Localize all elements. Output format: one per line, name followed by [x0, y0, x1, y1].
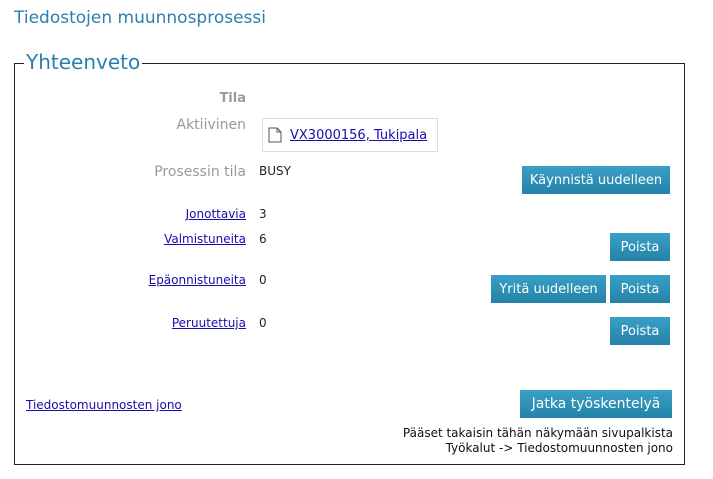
- page-title: Tiedostojen muunnosprosessi: [14, 8, 266, 28]
- return-note-line2: Työkalut -> Tiedostomuunnosten jono: [445, 441, 673, 455]
- document-icon: [268, 127, 282, 143]
- cancelled-link[interactable]: Peruutettuja: [172, 316, 246, 330]
- completed-link[interactable]: Valmistuneita: [164, 232, 246, 246]
- status-header: Tila: [219, 91, 246, 106]
- process-state-label: Prosessin tila: [154, 164, 246, 180]
- summary-legend: Yhteenveto: [24, 50, 143, 74]
- active-item-link[interactable]: VX3000156, Tukipala: [290, 128, 427, 143]
- restart-button[interactable]: Käynnistä uudelleen: [522, 166, 670, 194]
- continue-working-button[interactable]: Jatka työskentelyä: [520, 390, 672, 418]
- delete-cancelled-button[interactable]: Poista: [610, 317, 670, 345]
- conversion-queue-link[interactable]: Tiedostomuunnosten jono: [26, 398, 182, 412]
- return-note-line1: Pääset takaisin tähän näkymään sivupalki…: [402, 426, 673, 440]
- completed-count: 6: [259, 232, 267, 246]
- queued-count: 3: [259, 207, 267, 221]
- delete-completed-button[interactable]: Poista: [610, 233, 670, 261]
- queued-link[interactable]: Jonottavia: [186, 207, 246, 221]
- process-state-value: BUSY: [259, 164, 291, 178]
- active-label: Aktiivinen: [176, 117, 247, 133]
- delete-failed-button[interactable]: Poista: [610, 275, 670, 303]
- failed-count: 0: [259, 273, 267, 287]
- retry-button[interactable]: Yritä uudelleen: [491, 275, 606, 303]
- failed-link[interactable]: Epäonnistuneita: [149, 273, 246, 287]
- cancelled-count: 0: [259, 316, 267, 330]
